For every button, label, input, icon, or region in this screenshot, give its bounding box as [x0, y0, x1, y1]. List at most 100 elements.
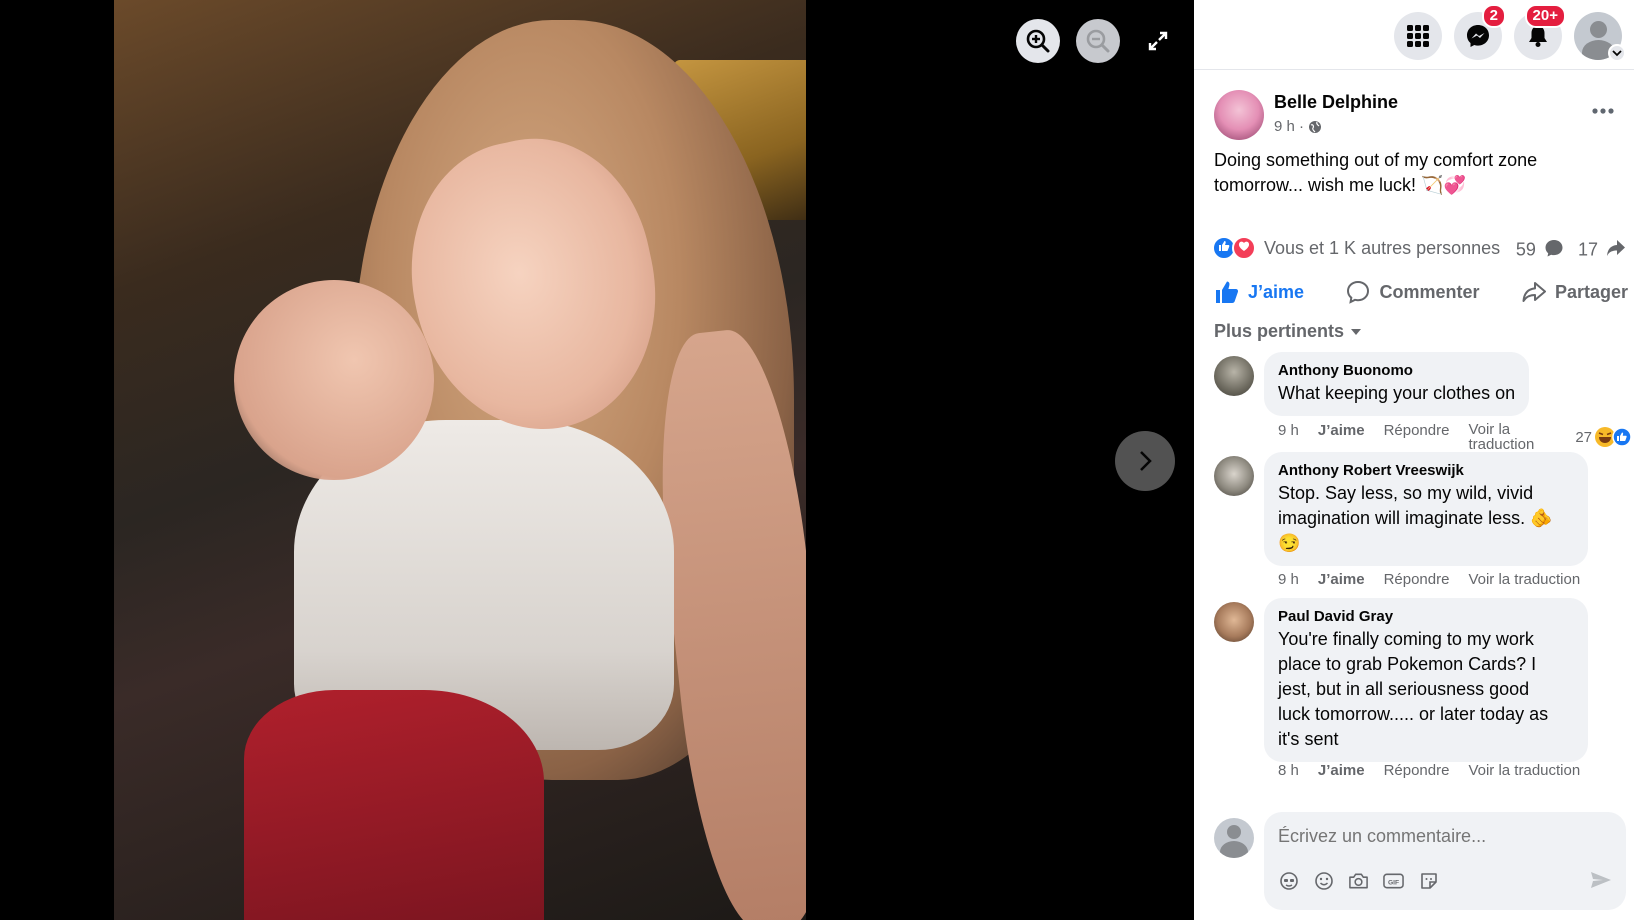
post-options-button[interactable] — [1592, 94, 1614, 120]
comment-item: Paul David Gray You're finally coming to… — [1214, 598, 1632, 797]
sort-label: Plus pertinents — [1214, 321, 1345, 341]
engagement-counts: 59 17 — [1516, 238, 1626, 263]
share-label: Partager — [1554, 281, 1628, 302]
comment-reply-link[interactable]: Répondre — [1384, 571, 1450, 588]
comment-like-link[interactable]: J’aime — [1318, 422, 1365, 452]
comments-count-group[interactable]: 59 — [1516, 238, 1564, 263]
comment-sort-dropdown[interactable]: Plus pertinents — [1214, 321, 1362, 342]
comment-composer: GIF — [1214, 812, 1632, 912]
share-arrow-icon — [1606, 238, 1626, 263]
comment-time[interactable]: 8 h — [1278, 762, 1299, 779]
menu-button[interactable] — [1394, 12, 1442, 60]
author-avatar[interactable] — [1214, 90, 1264, 140]
commenter-name[interactable]: Paul David Gray — [1278, 607, 1574, 627]
comment-item: Anthony Robert Vreeswijk Stop. Say less,… — [1214, 452, 1632, 592]
post-text-line: tomorrow... wish me luck! 🏹💞 — [1214, 175, 1466, 195]
messenger-button[interactable]: 2 — [1454, 4, 1506, 60]
fullscreen-icon — [1148, 31, 1168, 51]
post-time[interactable]: 9 h · — [1274, 118, 1304, 135]
photo-button[interactable] — [1348, 870, 1369, 891]
camera-icon — [1349, 873, 1368, 888]
caret-down-icon — [1351, 328, 1362, 335]
comment-reactions-count: 27 — [1575, 428, 1592, 446]
comment-label: Commenter — [1379, 281, 1480, 302]
like-button[interactable]: J’aime — [1214, 279, 1304, 305]
composer-avatar[interactable] — [1214, 818, 1254, 858]
chevron-right-icon — [1140, 451, 1152, 471]
sticker-button[interactable] — [1418, 870, 1439, 891]
love-reaction-icon — [1232, 236, 1256, 260]
avatar-sticker-button[interactable] — [1278, 870, 1299, 891]
comment-text-line: luck tomorrow..... or later today as — [1278, 704, 1549, 724]
comment-meta: 9 h J’aime Répondre Voir la traduction — [1278, 422, 1540, 452]
share-icon — [1522, 282, 1546, 302]
like-reaction-small-icon — [1612, 427, 1632, 447]
comment-text-line: 😏 — [1278, 533, 1301, 553]
composer-tools: GIF — [1278, 870, 1439, 891]
photo-viewer — [0, 0, 1194, 920]
messenger-badge: 2 — [1481, 4, 1506, 28]
reactions-summary[interactable]: Vous et 1 K autres personnes 59 17 — [1212, 235, 1626, 261]
zoom-out-button[interactable] — [1076, 19, 1120, 63]
comment-reply-link[interactable]: Répondre — [1384, 422, 1450, 452]
comment-bubble: Anthony Robert Vreeswijk Stop. Say less,… — [1264, 452, 1588, 566]
account-menu-chevron[interactable] — [1608, 44, 1626, 62]
comment-reply-link[interactable]: Répondre — [1384, 762, 1450, 779]
post-header: Belle Delphine 9 h · — [1214, 90, 1624, 142]
gif-button[interactable]: GIF — [1383, 870, 1404, 891]
fullscreen-button[interactable] — [1144, 27, 1172, 55]
notifications-badge: 20+ — [1524, 4, 1566, 28]
post-text-line: Doing something out of my comfort zone — [1214, 150, 1538, 170]
post-photo[interactable] — [114, 0, 806, 920]
comment-bubble: Anthony Buonomo What keeping your clothe… — [1264, 352, 1530, 416]
reaction-icons — [1212, 236, 1260, 260]
comments-count: 59 — [1515, 239, 1536, 260]
send-comment-button[interactable] — [1590, 870, 1612, 895]
comment-translate-link[interactable]: Voir la traduction — [1468, 571, 1580, 588]
notifications-button[interactable]: 20+ — [1514, 4, 1566, 60]
globe-icon — [1309, 120, 1322, 133]
zoom-out-icon — [1086, 29, 1110, 53]
author-name[interactable]: Belle Delphine — [1274, 92, 1398, 113]
zoom-in-button[interactable] — [1016, 19, 1060, 63]
avatar-body-shape — [1220, 841, 1248, 858]
avatar-sticker-icon — [1279, 871, 1298, 890]
photo-hand — [234, 280, 434, 480]
emoji-icon — [1314, 871, 1333, 890]
reactions-text[interactable]: Vous et 1 K autres personnes — [1264, 238, 1500, 259]
avatar-head-shape — [1590, 21, 1607, 38]
post-meta: 9 h · — [1274, 118, 1322, 135]
comment-text-line: it's sent — [1278, 729, 1339, 749]
more-icon — [1592, 108, 1614, 114]
comment-reactions[interactable]: 27 — [1575, 426, 1632, 448]
comment-translate-link[interactable]: Voir la traduction — [1468, 422, 1540, 452]
commenter-avatar[interactable] — [1214, 602, 1254, 642]
commenter-avatar[interactable] — [1214, 456, 1254, 496]
commenter-name[interactable]: Anthony Robert Vreeswijk — [1278, 461, 1574, 481]
comment-item: Anthony Buonomo What keeping your clothe… — [1214, 352, 1632, 452]
comment-input-box[interactable]: GIF — [1264, 812, 1626, 910]
share-button[interactable]: Partager — [1521, 279, 1628, 305]
comment-like-link[interactable]: J’aime — [1318, 571, 1365, 588]
comment-time[interactable]: 9 h — [1278, 571, 1299, 588]
comment-input[interactable] — [1278, 826, 1598, 847]
comment-button[interactable]: Commenter — [1345, 279, 1480, 305]
zoom-in-icon — [1026, 29, 1050, 53]
comment-time[interactable]: 9 h — [1278, 422, 1299, 452]
chevron-down-icon — [1612, 50, 1622, 57]
sticker-icon — [1420, 872, 1437, 889]
commenter-avatar[interactable] — [1214, 356, 1254, 396]
commenter-name[interactable]: Anthony Buonomo — [1278, 361, 1515, 381]
emoji-button[interactable] — [1313, 870, 1334, 891]
comment-like-link[interactable]: J’aime — [1318, 762, 1365, 779]
comment-text-line: You're finally coming to my work — [1278, 629, 1534, 649]
post-actions: J’aime Commenter Partager — [1214, 271, 1628, 313]
comment-bubble: Paul David Gray You're finally coming to… — [1264, 598, 1588, 762]
shares-count-group[interactable]: 17 — [1578, 238, 1626, 263]
photo-shorts — [244, 690, 544, 920]
next-photo-button[interactable] — [1115, 431, 1175, 491]
gif-icon: GIF — [1383, 873, 1404, 888]
comment-meta: 9 h J’aime Répondre Voir la traduction — [1278, 571, 1580, 588]
like-label: J’aime — [1248, 281, 1305, 302]
comment-translate-link[interactable]: Voir la traduction — [1468, 762, 1580, 779]
